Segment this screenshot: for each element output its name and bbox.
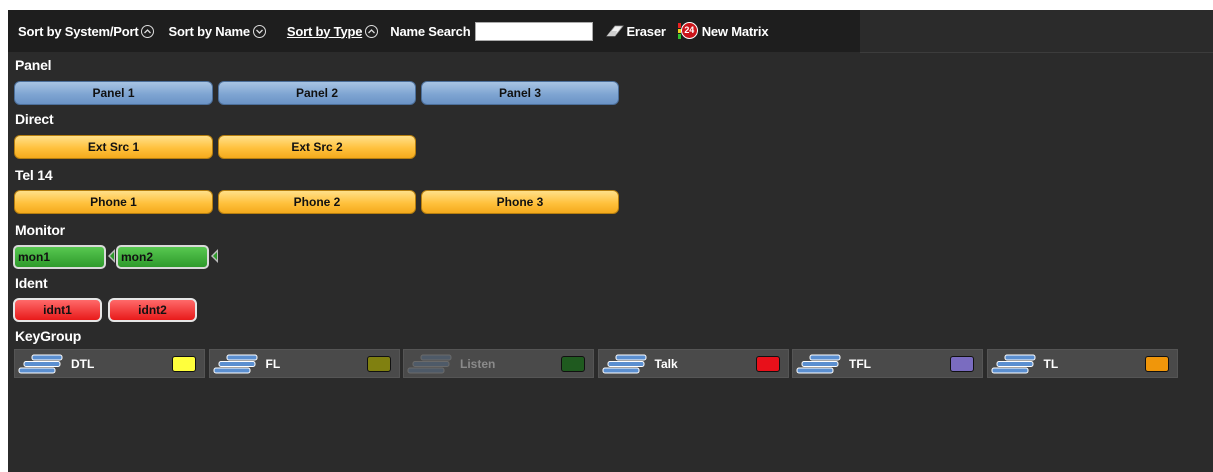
section-label-monitor: Monitor [15,222,65,238]
keygroup-icon [991,354,1035,374]
assignment-window: Sort by System/Port Sort by Name Sort by… [8,10,1213,472]
keygroup-icon [602,354,646,374]
monitor-button[interactable]: mon2 [116,245,209,269]
ident-button[interactable]: idnt2 [108,298,197,322]
keygroup-color-swatch [755,356,780,372]
keygroup-tile[interactable]: TL [986,349,1178,378]
phone-button[interactable]: Phone 3 [421,190,619,214]
keygroup-tile[interactable]: Listen [403,349,594,378]
keygroup-color-swatch [561,356,585,372]
chevron-up-icon [365,24,379,38]
eraser-icon [606,25,625,37]
sort-type-label: Sort by Type [286,23,363,39]
keygroup-color-swatch [366,356,391,372]
sort-name-label: Sort by Name [168,23,250,39]
sort-by-name-button[interactable]: Sort by Name [168,23,266,39]
name-search-input[interactable] [475,21,594,41]
keygroup-tile[interactable]: DTL [14,349,205,378]
eraser-button[interactable]: Eraser [605,23,666,39]
speaker-icon [211,249,218,263]
chevron-down-icon [252,24,266,38]
phone-button[interactable]: Phone 2 [218,190,416,214]
section-label-keygroup: KeyGroup [15,328,82,344]
new-matrix-button[interactable]: 24 New Matrix [677,21,769,41]
section-label-tel: Tel 14 [15,167,53,183]
keygroup-label: DTL [71,357,95,371]
keygroup-icon [18,354,63,374]
direct-button[interactable]: Ext Src 1 [14,135,213,159]
panel-button[interactable]: Panel 2 [218,81,416,105]
new-matrix-label: New Matrix [701,23,769,39]
sort-system-label: Sort by System/Port [18,23,139,39]
sort-by-system-port-button[interactable]: Sort by System/Port [18,23,155,39]
matrix-badge: 24 [680,22,698,39]
keygroup-tile[interactable]: Talk [597,349,789,378]
keygroup-tile[interactable]: TFL [792,349,983,378]
speaker-icon [108,249,115,263]
section-label-direct: Direct [15,111,54,127]
keygroup-color-swatch [172,356,196,372]
monitor-button[interactable]: mon1 [13,245,106,269]
keygroup-icon [213,354,257,374]
keygroup-label: Listen [460,357,496,371]
keygroup-label: TL [1043,357,1059,371]
name-search: Name Search [390,21,594,41]
phone-button[interactable]: Phone 1 [14,190,213,214]
keygroup-label: FL [265,357,281,371]
section-label-ident: Ident [15,275,48,291]
keygroup-tile[interactable]: FL [208,349,400,378]
toolbar-divider [860,52,1213,53]
chevron-up-icon [141,24,155,38]
section-label-panel: Panel [15,57,52,73]
keygroup-label: TFL [849,357,871,371]
matrix-icon: 24 [677,21,698,41]
keygroup-label: Talk [654,357,678,371]
name-search-label: Name Search [390,23,471,39]
keygroup-color-swatch [950,356,974,372]
panel-button[interactable]: Panel 1 [14,81,213,105]
keygroup-color-swatch [1144,356,1169,372]
toolbar: Sort by System/Port Sort by Name Sort by… [8,10,860,52]
ident-button[interactable]: idnt1 [13,298,102,322]
keygroup-icon [407,354,452,374]
panel-button[interactable]: Panel 3 [421,81,619,105]
eraser-label: Eraser [626,23,666,39]
direct-button[interactable]: Ext Src 2 [218,135,416,159]
sort-by-type-button[interactable]: Sort by Type [286,23,379,39]
keygroup-icon [796,354,841,374]
